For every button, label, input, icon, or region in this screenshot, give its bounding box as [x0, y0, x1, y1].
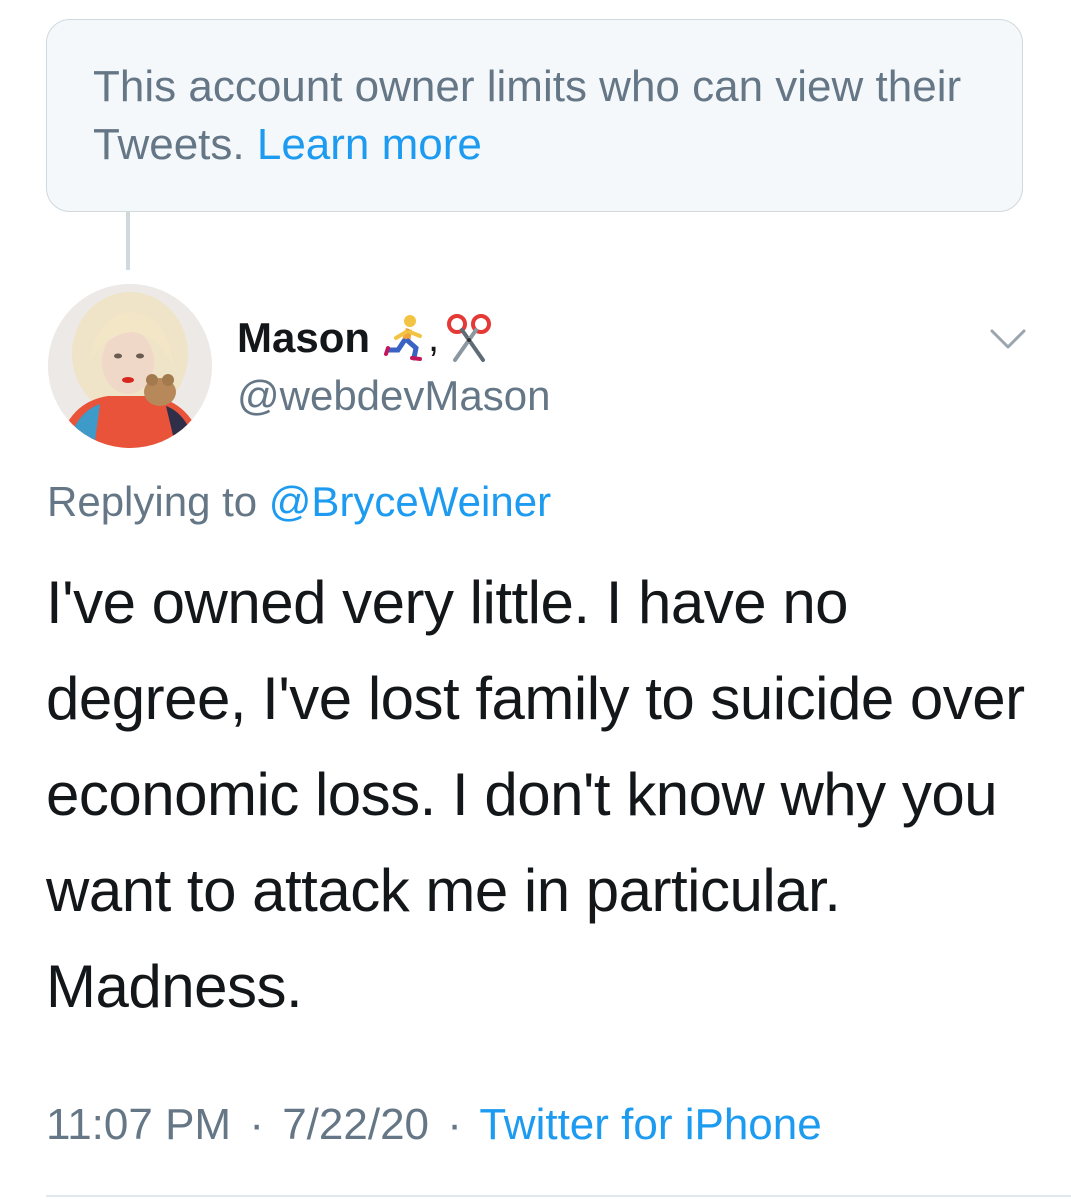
chevron-down-icon[interactable] — [988, 325, 1028, 353]
notice-text: This account owner limits who can view t… — [93, 62, 962, 169]
meta-separator: · — [447, 1100, 462, 1149]
replying-to-label: Replying to — [47, 478, 258, 525]
tweet-time[interactable]: 11:07 PM — [46, 1100, 231, 1149]
scissors-icon — [443, 312, 495, 364]
emoji-separator: , — [428, 315, 440, 360]
author-name-row: Mason , — [237, 308, 495, 368]
restricted-account-notice: This account owner limits who can view t… — [46, 19, 1023, 212]
divider — [46, 1195, 1071, 1197]
author-handle[interactable]: @webdevMason — [237, 372, 550, 420]
tweet-meta: 11:07 PM · 7/22/20 · Twitter for iPhone — [46, 1100, 822, 1150]
tweet-text: I've owned very little. I have no degree… — [46, 569, 1025, 1020]
meta-separator: · — [249, 1100, 264, 1149]
replying-to: Replying to @BryceWeiner — [47, 478, 551, 526]
thread-connector-line — [126, 212, 130, 270]
reply-mention-link[interactable]: @BryceWeiner — [269, 478, 551, 525]
tweet-source-link[interactable]: Twitter for iPhone — [479, 1100, 821, 1149]
avatar-photo — [48, 284, 212, 448]
man-running-icon — [380, 312, 432, 364]
display-name[interactable]: Mason — [237, 314, 370, 362]
avatar[interactable] — [48, 284, 212, 448]
tweet-date[interactable]: 7/22/20 — [282, 1100, 429, 1149]
learn-more-link[interactable]: Learn more — [257, 120, 482, 169]
